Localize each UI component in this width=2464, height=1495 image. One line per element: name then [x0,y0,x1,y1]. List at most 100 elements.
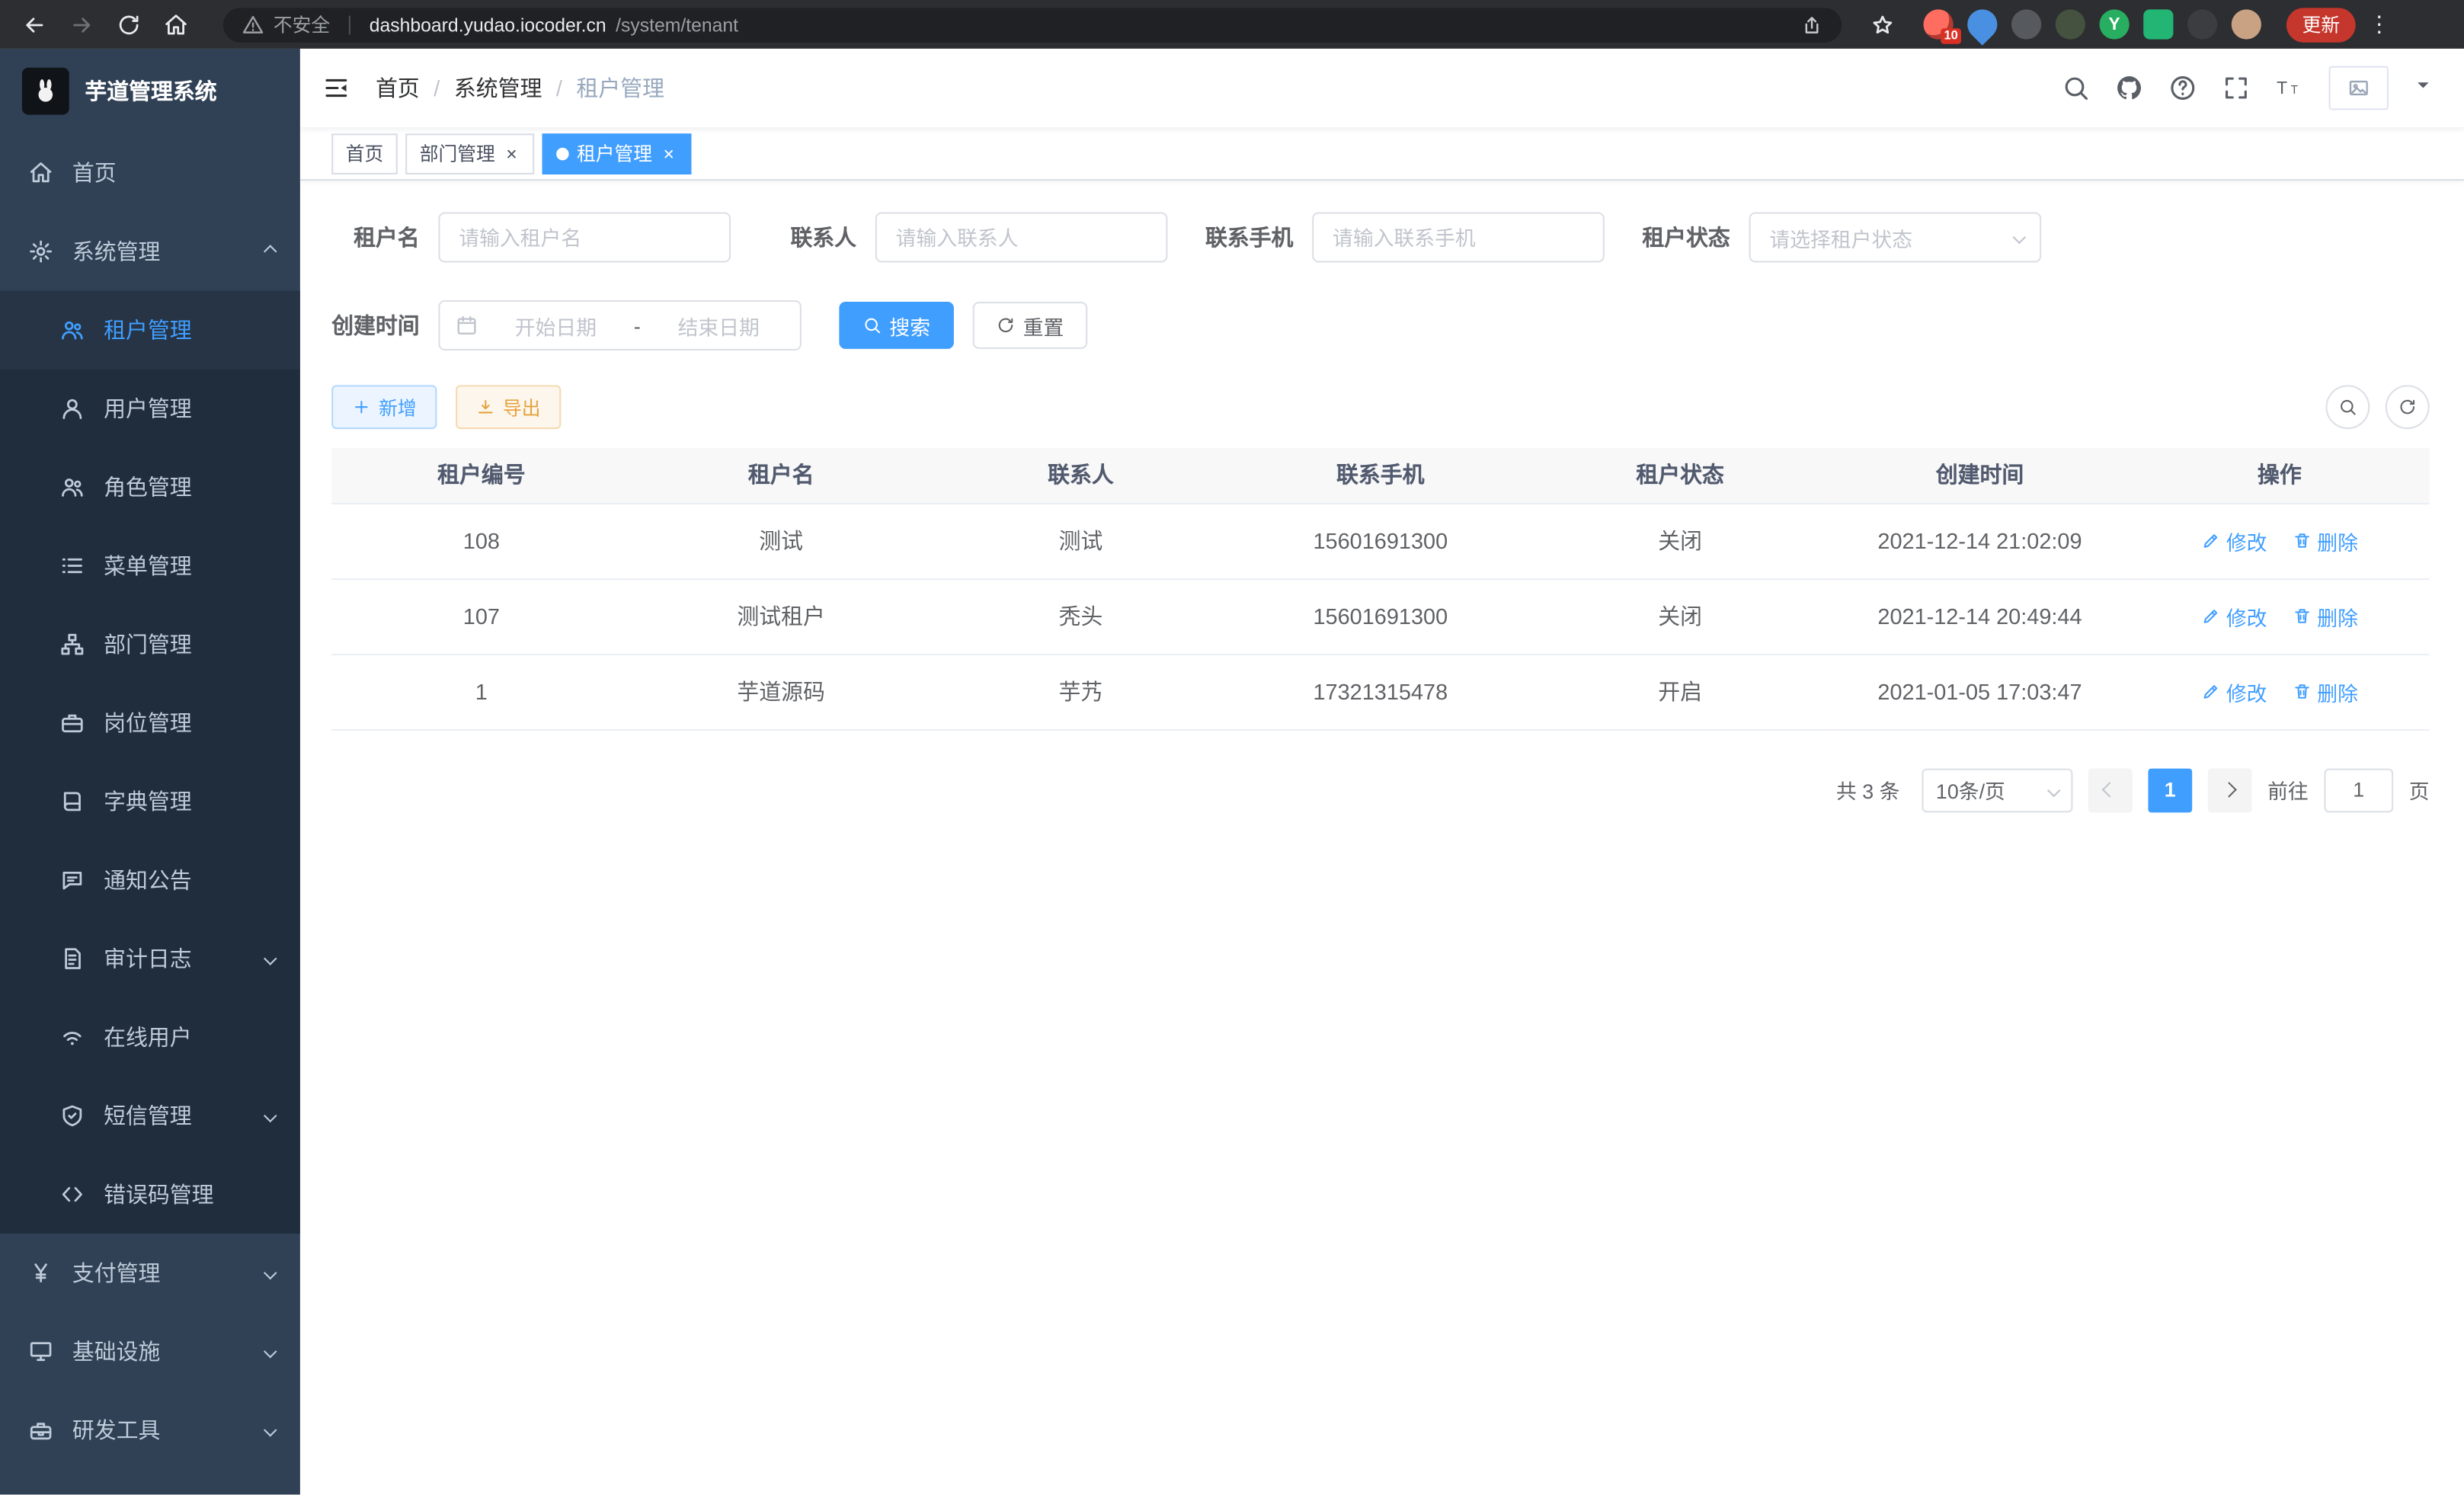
export-button[interactable]: 导出 [456,385,561,429]
search-icon[interactable] [2062,74,2090,102]
sidebar-item-online-user[interactable]: 在线用户 [0,998,300,1077]
fullscreen-icon[interactable] [2222,74,2250,102]
close-icon[interactable]: × [660,142,677,165]
delete-link[interactable]: 删除 [2292,601,2358,631]
sidebar: 芋道管理系统 首页 系统管理 租户管理 用户管理 [0,49,300,1495]
pagination: 共 3 条 10条/页 1 前往 页 [331,768,2429,812]
active-dot [556,147,569,160]
app-logo-row[interactable]: 芋道管理系统 [0,49,300,133]
sidebar-item-error-code[interactable]: 错误码管理 [0,1155,300,1234]
address-divider [349,15,350,34]
toggle-search-button[interactable] [2326,385,2370,429]
edit-link[interactable]: 修改 [2201,526,2267,555]
sidebar-item-dept[interactable]: 部门管理 [0,605,300,683]
extension-icon-3[interactable] [2011,9,2041,39]
edit-link[interactable]: 修改 [2201,677,2267,706]
tab-home[interactable]: 首页 [331,133,398,174]
breadcrumb-system[interactable]: 系统管理 [454,72,542,104]
extension-icon-7[interactable] [2187,9,2217,39]
sidebar-item-system[interactable]: 系统管理 [0,212,300,290]
tenant-name-input[interactable] [438,212,731,262]
sidebar-item-role[interactable]: 角色管理 [0,448,300,527]
url-host: dashboard.yudao.iocoder.cn [370,14,606,36]
sidebar-item-dict[interactable]: 字典管理 [0,762,300,840]
extension-icon-5[interactable]: Y [2100,9,2130,39]
cell-phone: 15601691300 [1230,503,1530,578]
share-icon[interactable] [1801,14,1823,36]
breadcrumb-home[interactable]: 首页 [376,72,420,104]
tab-label: 租户管理 [577,140,652,167]
browser-home-button[interactable] [154,4,198,45]
close-icon[interactable]: × [503,142,520,165]
sidebar-item-label: 研发工具 [72,1414,161,1445]
page-size-value: 10条/页 [1936,775,2050,805]
chevron-down-icon [264,1423,277,1437]
select-placeholder: 请选择租户状态 [1769,222,2014,252]
delete-link[interactable]: 删除 [2292,526,2358,555]
collapse-sidebar-button[interactable] [322,74,350,102]
contact-input[interactable] [875,212,1168,262]
chrome-update-button[interactable]: 更新 [2286,7,2356,41]
page-number-1[interactable]: 1 [2148,768,2192,812]
refresh-table-button[interactable] [2386,385,2430,429]
sidebar-item-devtools[interactable]: 研发工具 [0,1391,300,1469]
cell-tenant-name: 测试 [632,503,931,578]
user-avatar[interactable] [2329,66,2389,110]
font-size-icon[interactable]: TT [2276,74,2304,102]
search-button[interactable]: 搜索 [839,302,954,349]
sidebar-item-label: 岗位管理 [104,707,192,738]
reset-button[interactable]: 重置 [973,302,1088,349]
yen-icon [28,1260,53,1285]
browser-forward-button[interactable] [59,4,104,45]
browser-menu-button[interactable]: ⋮ [2359,11,2400,37]
bookmark-star-button[interactable] [1861,4,1905,45]
sidebar-item-menu[interactable]: 菜单管理 [0,527,300,605]
address-bar[interactable]: 不安全 dashboard.yudao.iocoder.cn /system/t… [223,7,1842,41]
edit-link[interactable]: 修改 [2201,601,2267,631]
sidebar-item-tenant[interactable]: 租户管理 [0,291,300,370]
start-date-placeholder: 开始日期 [491,310,622,340]
cell-created: 2021-01-05 17:03:47 [1830,654,2130,729]
extension-icon-6[interactable] [2143,9,2173,39]
browser-back-button[interactable] [13,4,57,45]
cell-actions: 修改 删除 [2130,578,2429,654]
sidebar-item-post[interactable]: 岗位管理 [0,683,300,762]
tab-label: 部门管理 [420,140,495,167]
extension-icon-4[interactable] [2056,9,2085,39]
profile-avatar[interactable] [2232,9,2261,39]
sidebar-item-payment[interactable]: 支付管理 [0,1234,300,1312]
briefcase-icon [59,710,85,735]
sidebar-item-infrastructure[interactable]: 基础设施 [0,1312,300,1391]
browser-reload-button[interactable] [107,4,151,45]
extension-icon-1[interactable]: 10 [1924,9,1954,39]
table-row: 108 测试 测试 15601691300 关闭 2021-12-14 21:0… [331,503,2429,578]
github-icon[interactable] [2115,74,2143,102]
end-date-placeholder: 结束日期 [653,310,784,340]
prev-page-button[interactable] [2088,768,2133,812]
sidebar-item-home[interactable]: 首页 [0,133,300,212]
column-created: 创建时间 [1830,448,2130,503]
chevron-down-icon [264,1109,277,1123]
extension-icon-2[interactable] [1961,3,2003,45]
add-button[interactable]: 新增 [331,385,437,429]
phone-input[interactable] [1312,212,1605,262]
sidebar-item-user[interactable]: 用户管理 [0,370,300,448]
help-icon[interactable] [2168,74,2197,102]
avatar-caret-down-icon[interactable] [2414,74,2433,102]
shield-icon [59,1103,85,1128]
page-size-select[interactable]: 10条/页 [1922,768,2072,812]
status-select[interactable]: 请选择租户状态 [1749,212,2042,262]
tab-dept[interactable]: 部门管理 × [405,133,534,174]
field-label: 租户名 [331,222,420,253]
goto-page-input[interactable] [2324,768,2393,812]
sidebar-item-notice[interactable]: 通知公告 [0,840,300,919]
sidebar-item-sms[interactable]: 短信管理 [0,1077,300,1155]
date-range-picker[interactable]: 开始日期 - 结束日期 [438,300,801,351]
delete-link[interactable]: 删除 [2292,677,2358,706]
next-page-button[interactable] [2208,768,2252,812]
sidebar-item-label: 角色管理 [104,472,192,503]
gear-icon [28,239,53,264]
sidebar-item-audit-log[interactable]: 审计日志 [0,920,300,998]
tab-tenant[interactable]: 租户管理 × [542,133,692,174]
breadcrumb: 首页 / 系统管理 / 租户管理 [376,72,664,104]
